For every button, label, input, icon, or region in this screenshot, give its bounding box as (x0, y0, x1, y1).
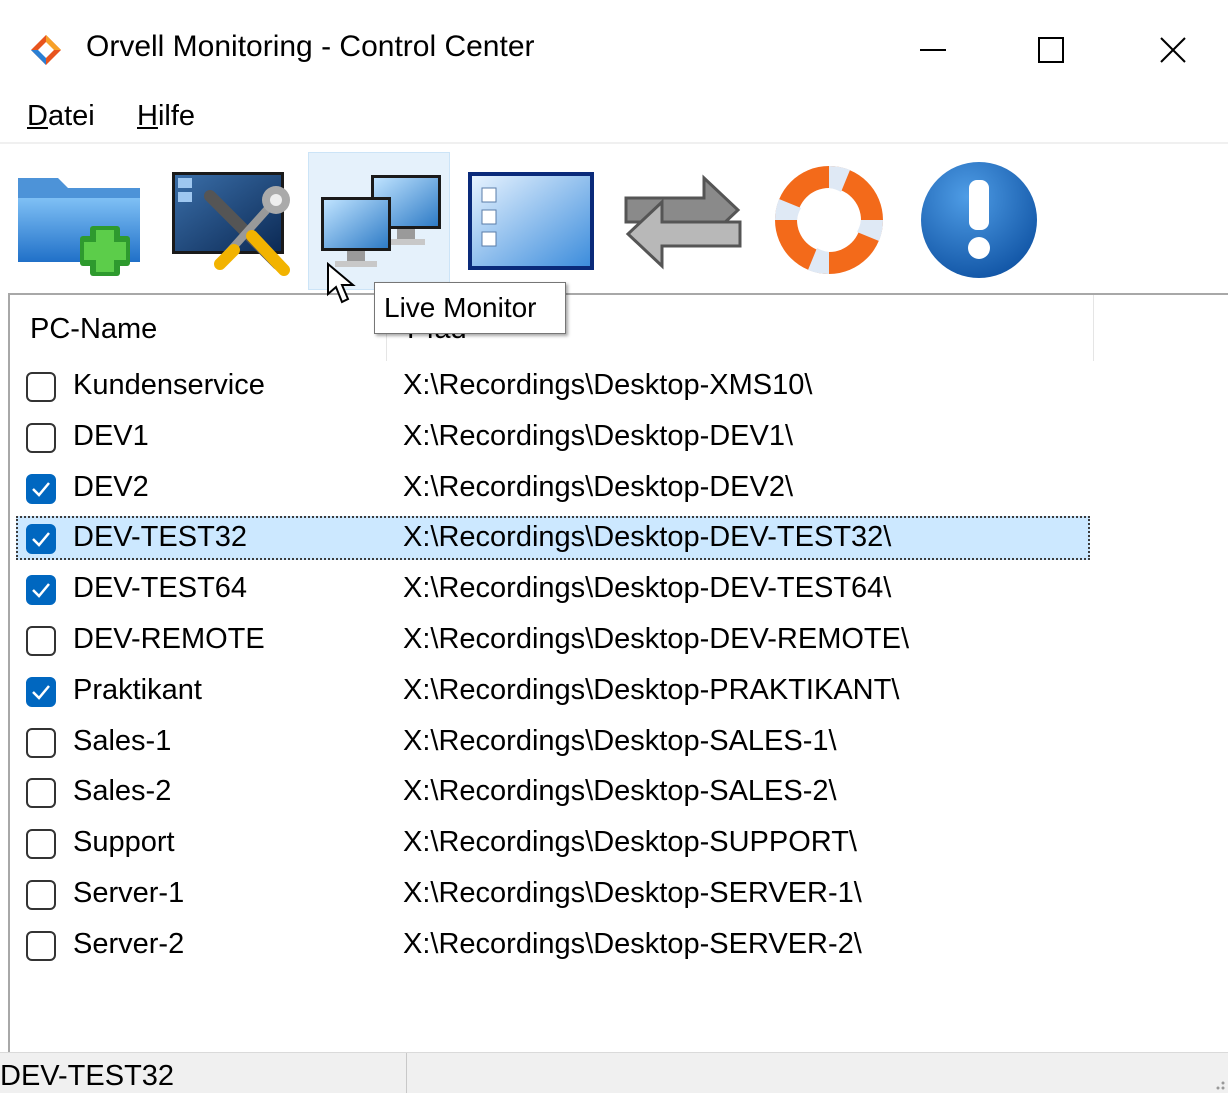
row-path: X:\Recordings\Desktop-DEV1\ (403, 419, 794, 452)
row-path: X:\Recordings\Desktop-DEV-REMOTE\ (403, 622, 910, 655)
pc-list[interactable]: PC-Name Pfad KundenserviceX:\Recordings\… (8, 293, 1228, 1055)
window-title: Orvell Monitoring - Control Center (86, 30, 535, 63)
row-pc-name: Support (73, 826, 175, 859)
row-path: X:\Recordings\Desktop-SALES-1\ (403, 724, 837, 757)
window-list-icon (468, 172, 594, 270)
row-checkbox[interactable] (26, 778, 56, 809)
table-row[interactable]: DEV-TEST64 X:\Recordings\Desktop-DEV-TEST… (10, 564, 1228, 615)
settings-tools-icon (172, 172, 290, 276)
help-button[interactable] (758, 152, 900, 290)
info-icon (921, 162, 1037, 278)
toolbar (0, 142, 1228, 296)
row-pc-name: Praktikant (73, 673, 202, 706)
row-pc-name: Server-1 (73, 876, 185, 909)
menu-hilfe[interactable]: Hilfe (137, 100, 195, 133)
checkmark-icon (32, 481, 50, 497)
help-lifebuoy-icon (774, 165, 884, 275)
row-pc-name: Kundenservice (73, 369, 265, 401)
row-checkbox[interactable] (26, 422, 56, 453)
menu-bar: Datei Hilfe (0, 96, 1228, 142)
row-path: X:\Recordings\Desktop-XMS10\ (403, 369, 813, 401)
row-pc-name: Server-2 (73, 927, 185, 960)
checkmark-icon (32, 583, 50, 599)
status-bar: DEV-TEST32 (0, 1052, 1228, 1093)
row-checkbox[interactable] (26, 879, 56, 910)
checkmark-icon (32, 684, 50, 700)
row-path: X:\Recordings\Desktop-PRAKTIKANT\ (403, 673, 900, 706)
list-rows: Kundenservice X:\Recordings\Desktop-XMS10… (10, 361, 1228, 971)
row-checkbox[interactable] (26, 372, 56, 402)
row-checkbox[interactable] (26, 829, 56, 860)
row-pc-name: DEV-TEST32 (73, 521, 248, 554)
status-panel-selected: DEV-TEST32 (0, 1053, 407, 1093)
row-checkbox[interactable] (26, 473, 56, 504)
table-row[interactable]: DEV-REMOTE X:\Recordings\Desktop-DEV-REMO… (10, 615, 1228, 666)
row-path: X:\Recordings\Desktop-DEV-TEST32\ (403, 521, 892, 554)
table-row[interactable]: Sales-2 X:\Recordings\Desktop-SALES-2\ (10, 767, 1228, 818)
minimize-icon (920, 49, 946, 51)
row-path: X:\Recordings\Desktop-DEV2\ (403, 470, 794, 503)
table-row[interactable]: Server-1 X:\Recordings\Desktop-SERVER-1\ (10, 869, 1228, 920)
close-icon (1160, 37, 1186, 63)
maximize-icon (1038, 37, 1064, 63)
table-row[interactable]: Support X:\Recordings\Desktop-SUPPORT\ (10, 818, 1228, 869)
row-pc-name: DEV-REMOTE (73, 622, 265, 655)
app-logo-icon (31, 35, 61, 65)
row-checkbox[interactable] (26, 575, 56, 606)
table-row[interactable]: DEV-TEST32 X:\Recordings\Desktop-DEV-TEST… (10, 513, 1228, 564)
table-row[interactable]: Sales-1 X:\Recordings\Desktop-SALES-1\ (10, 717, 1228, 768)
add-folder-icon (18, 178, 140, 276)
row-path: X:\Recordings\Desktop-SERVER-1\ (403, 876, 862, 909)
row-pc-name: DEV-TEST64 (73, 572, 248, 605)
row-checkbox[interactable] (26, 625, 56, 656)
table-row[interactable]: DEV2 X:\Recordings\Desktop-DEV2\ (10, 463, 1228, 514)
refresh-icon (624, 174, 742, 270)
resize-grip-icon[interactable] (1208, 1073, 1226, 1091)
row-pc-name: DEV2 (73, 470, 149, 503)
settings-button[interactable] (160, 152, 302, 290)
row-path: X:\Recordings\Desktop-DEV-TEST64\ (403, 572, 892, 605)
row-pc-name: DEV1 (73, 419, 149, 452)
row-checkbox[interactable] (26, 930, 56, 961)
table-row[interactable]: Kundenservice X:\Recordings\Desktop-XMS10… (10, 361, 1228, 412)
add-folder-button[interactable] (8, 152, 150, 290)
minimize-button[interactable] (898, 18, 968, 82)
tooltip: Live Monitor (374, 282, 566, 334)
row-path: X:\Recordings\Desktop-SERVER-2\ (403, 927, 862, 960)
table-row[interactable]: DEV1 X:\Recordings\Desktop-DEV1\ (10, 412, 1228, 463)
row-path: X:\Recordings\Desktop-SUPPORT\ (403, 826, 857, 859)
row-checkbox[interactable] (26, 524, 56, 555)
menu-datei[interactable]: Datei (27, 100, 95, 133)
mouse-cursor-icon (327, 262, 356, 304)
refresh-button[interactable] (612, 152, 754, 290)
row-path: X:\Recordings\Desktop-SALES-2\ (403, 775, 837, 808)
info-button[interactable] (908, 152, 1050, 290)
window-list-button[interactable] (460, 152, 602, 290)
close-button[interactable] (1138, 18, 1208, 82)
checkmark-icon (32, 532, 50, 548)
row-pc-name: Sales-2 (73, 775, 172, 808)
row-pc-name: Sales-1 (73, 724, 172, 757)
maximize-button[interactable] (1016, 18, 1086, 82)
table-row[interactable]: Server-2 X:\Recordings\Desktop-SERVER-2\ (10, 920, 1228, 971)
title-bar[interactable]: Orvell Monitoring - Control Center (0, 0, 1228, 100)
row-checkbox[interactable] (26, 727, 56, 758)
table-row[interactable]: Praktikant X:\Recordings\Desktop-PRAKTIKA… (10, 666, 1228, 717)
row-checkbox[interactable] (26, 676, 56, 707)
